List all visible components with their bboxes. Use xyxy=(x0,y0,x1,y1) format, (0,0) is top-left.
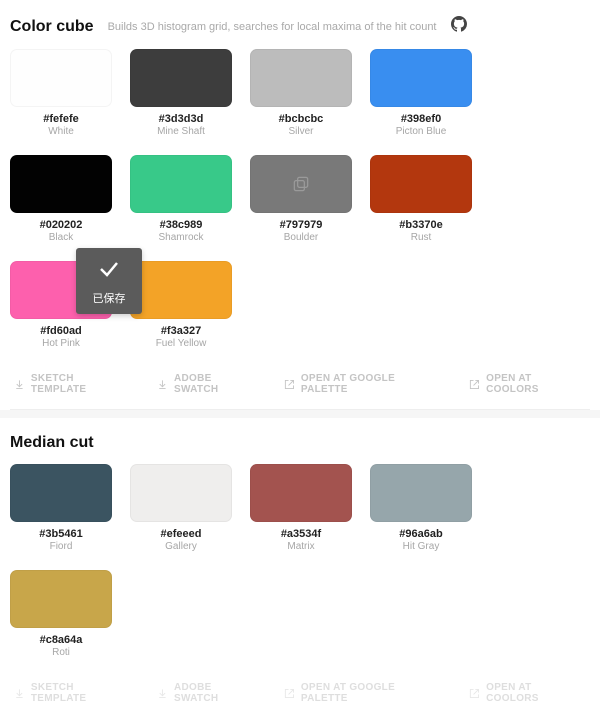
swatch-card[interactable]: #38c989Shamrock xyxy=(130,155,232,243)
color-swatch[interactable] xyxy=(130,261,232,319)
color-swatch[interactable] xyxy=(130,155,232,213)
swatch-hex: #efeeed xyxy=(161,528,202,540)
swatch-hex: #38c989 xyxy=(160,219,203,231)
swatch-hex: #b3370e xyxy=(399,219,442,231)
swatch-hex: #c8a64a xyxy=(40,634,83,646)
swatch-card[interactable]: #c8a64aRoti xyxy=(10,570,112,658)
swatch-hex: #3d3d3d xyxy=(159,113,204,125)
swatch-card[interactable]: #bcbcbcSilver xyxy=(250,49,352,137)
github-icon[interactable] xyxy=(451,16,467,37)
color-swatch[interactable] xyxy=(10,570,112,628)
section-title: Color cube xyxy=(10,18,94,36)
action-bar: SKETCH TEMPLATE ADOBE SWATCH OPEN AT GOO… xyxy=(10,355,590,410)
swatch-name: White xyxy=(48,126,74,137)
swatch-name: Mine Shaft xyxy=(157,126,205,137)
adobe-swatch-link[interactable]: ADOBE SWATCH xyxy=(157,682,258,704)
median-cut-section: Median cut #3b5461Fiord#efeeedGallery#a3… xyxy=(0,418,600,718)
swatch-hex: #fd60ad xyxy=(40,325,82,337)
swatch-name: Roti xyxy=(52,647,70,658)
adobe-swatch-link[interactable]: ADOBE SWATCH xyxy=(157,373,258,395)
color-swatch[interactable] xyxy=(370,464,472,522)
swatch-card[interactable]: #fefefeWhite xyxy=(10,49,112,137)
action-label: SKETCH TEMPLATE xyxy=(31,682,131,704)
swatch-hex: #3b5461 xyxy=(39,528,82,540)
color-swatch[interactable] xyxy=(130,49,232,107)
section-desc: Builds 3D histogram grid, searches for l… xyxy=(108,21,437,33)
swatch-card[interactable]: #96a6abHit Gray xyxy=(370,464,472,552)
color-swatch[interactable] xyxy=(370,49,472,107)
google-palette-link[interactable]: OPEN AT GOOGLE PALETTE xyxy=(284,373,443,395)
section-header: Color cube Builds 3D histogram grid, sea… xyxy=(10,16,590,37)
action-label: OPEN AT GOOGLE PALETTE xyxy=(301,373,443,395)
color-swatch[interactable] xyxy=(10,155,112,213)
swatch-name: Hot Pink xyxy=(42,338,80,349)
toast-label: 已保存 xyxy=(93,290,126,306)
swatch-card[interactable]: #3d3d3dMine Shaft xyxy=(130,49,232,137)
color-cube-section: Color cube Builds 3D histogram grid, sea… xyxy=(0,0,600,410)
swatch-hex: #fefefe xyxy=(43,113,78,125)
swatch-hex: #020202 xyxy=(40,219,83,231)
action-label: OPEN AT COOLORS xyxy=(486,682,586,704)
swatch-hex: #96a6ab xyxy=(399,528,442,540)
color-swatch[interactable] xyxy=(250,49,352,107)
swatch-name: Silver xyxy=(288,126,313,137)
action-label: OPEN AT COOLORS xyxy=(486,373,586,395)
swatch-card[interactable]: #398ef0Picton Blue xyxy=(370,49,472,137)
action-label: ADOBE SWATCH xyxy=(174,373,258,395)
action-label: ADOBE SWATCH xyxy=(174,682,258,704)
copy-icon xyxy=(291,174,311,194)
swatch-hex: #797979 xyxy=(280,219,323,231)
swatch-card[interactable]: #3b5461Fiord xyxy=(10,464,112,552)
color-swatch[interactable] xyxy=(130,464,232,522)
swatch-card[interactable]: #f3a327Fuel Yellow xyxy=(130,261,232,349)
color-swatch[interactable] xyxy=(10,464,112,522)
color-swatch[interactable] xyxy=(10,49,112,107)
swatch-name: Boulder xyxy=(284,232,318,243)
section-header: Median cut xyxy=(10,434,590,452)
swatch-card[interactable]: #020202Black xyxy=(10,155,112,243)
saved-toast: 已保存 xyxy=(76,248,142,314)
swatch-card[interactable]: #efeeedGallery xyxy=(130,464,232,552)
swatch-name: Gallery xyxy=(165,541,197,552)
swatch-card[interactable]: #b3370eRust xyxy=(370,155,472,243)
swatch-name: Hit Gray xyxy=(403,541,440,552)
sketch-template-link[interactable]: SKETCH TEMPLATE xyxy=(14,682,131,704)
swatch-name: Shamrock xyxy=(158,232,203,243)
action-label: SKETCH TEMPLATE xyxy=(31,373,131,395)
google-palette-link[interactable]: OPEN AT GOOGLE PALETTE xyxy=(284,682,443,704)
swatch-hex: #bcbcbc xyxy=(279,113,324,125)
coolors-link[interactable]: OPEN AT COOLORS xyxy=(469,373,586,395)
color-swatch[interactable] xyxy=(370,155,472,213)
swatch-card[interactable]: #797979Boulder xyxy=(250,155,352,243)
check-icon xyxy=(97,257,121,286)
action-label: OPEN AT GOOGLE PALETTE xyxy=(301,682,443,704)
swatch-hex: #398ef0 xyxy=(401,113,441,125)
swatch-name: Rust xyxy=(411,232,432,243)
swatch-name: Fuel Yellow xyxy=(156,338,207,349)
color-swatch[interactable] xyxy=(250,464,352,522)
section-title: Median cut xyxy=(10,434,94,452)
swatch-name: Matrix xyxy=(287,541,314,552)
swatch-card[interactable]: #a3534fMatrix xyxy=(250,464,352,552)
swatch-hex: #a3534f xyxy=(281,528,321,540)
action-bar: SKETCH TEMPLATE ADOBE SWATCH OPEN AT GOO… xyxy=(10,664,590,718)
color-swatch[interactable] xyxy=(250,155,352,213)
coolors-link[interactable]: OPEN AT COOLORS xyxy=(469,682,586,704)
swatch-hex: #f3a327 xyxy=(161,325,201,337)
section-divider xyxy=(0,410,600,418)
swatch-name: Black xyxy=(49,232,73,243)
sketch-template-link[interactable]: SKETCH TEMPLATE xyxy=(14,373,131,395)
swatch-grid: #3b5461Fiord#efeeedGallery#a3534fMatrix#… xyxy=(10,464,590,658)
swatch-name: Fiord xyxy=(50,541,73,552)
swatch-name: Picton Blue xyxy=(396,126,447,137)
